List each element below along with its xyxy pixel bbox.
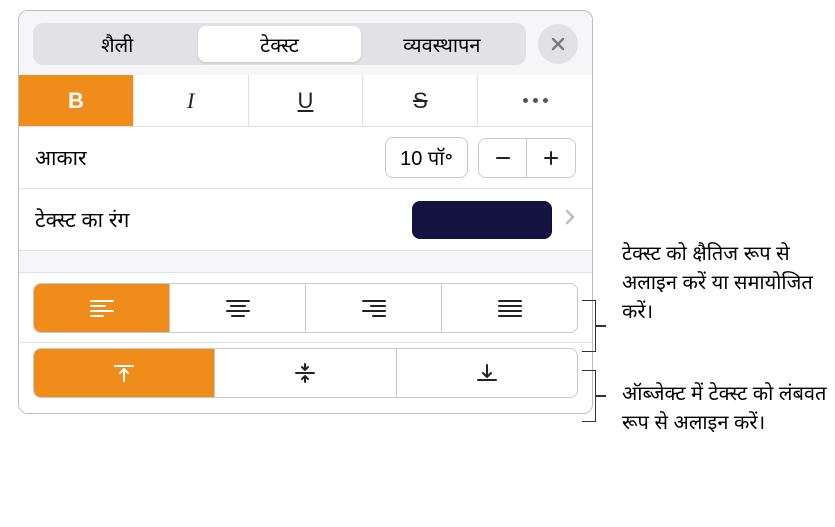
panel-body: B I U S आकार 10 पॉ॰	[19, 75, 592, 413]
font-style-row: B I U S	[19, 75, 592, 127]
font-size-row: आकार 10 पॉ॰	[19, 127, 592, 189]
callout-tick-1	[596, 325, 606, 327]
size-controls: 10 पॉ॰	[385, 137, 576, 178]
valign-middle-icon	[292, 362, 318, 384]
bold-button[interactable]: B	[19, 75, 134, 126]
underline-button[interactable]: U	[249, 75, 364, 126]
tab-arrange[interactable]: व्यवस्थापन	[361, 26, 523, 62]
vertical-align-row	[19, 343, 592, 413]
callout-bracket-1	[582, 300, 596, 352]
text-color-label: टेक्स्ट का रंग	[35, 206, 412, 234]
align-right-icon	[361, 297, 387, 319]
minus-icon	[494, 149, 512, 167]
horizontal-align-group	[33, 283, 578, 333]
align-center-button[interactable]	[170, 284, 306, 332]
size-label: आकार	[35, 144, 385, 172]
italic-button[interactable]: I	[134, 75, 249, 126]
tab-style[interactable]: शैली	[36, 26, 198, 62]
format-inspector-panel: शैली टेक्स्ट व्यवस्थापन B I U S आकार 10 …	[18, 10, 593, 414]
align-justify-icon	[497, 297, 523, 319]
valign-bottom-icon	[474, 362, 500, 384]
callout-tick-2	[596, 395, 606, 397]
valign-middle-button[interactable]	[215, 349, 396, 397]
size-increase-button[interactable]	[527, 139, 575, 177]
size-value-field[interactable]: 10 पॉ॰	[385, 137, 468, 178]
horizontal-align-row	[19, 273, 592, 343]
align-left-button[interactable]	[34, 284, 170, 332]
more-options-button[interactable]	[478, 75, 592, 126]
strikethrough-button[interactable]: S	[363, 75, 478, 126]
size-decrease-button[interactable]	[479, 139, 527, 177]
valign-top-icon	[111, 362, 137, 384]
callout-bracket-2	[582, 370, 596, 422]
valign-top-button[interactable]	[34, 349, 215, 397]
close-button[interactable]	[538, 24, 578, 64]
ellipsis-icon	[523, 98, 548, 103]
tab-segmented-control: शैली टेक्स्ट व्यवस्थापन	[33, 23, 526, 65]
align-right-button[interactable]	[306, 284, 442, 332]
valign-bottom-button[interactable]	[397, 349, 577, 397]
text-color-swatch[interactable]	[412, 201, 552, 239]
align-left-icon	[89, 297, 115, 319]
align-center-icon	[225, 297, 251, 319]
callout-horizontal-align: टेक्स्ट को क्षैतिज रूप से अलाइन करें या …	[622, 240, 832, 327]
callout-vertical-align: ऑब्जेक्ट में टेक्स्ट को लंबवत रूप से अला…	[622, 380, 835, 438]
callouts-region: टेक्स्ट को क्षैतिज रूप से अलाइन करें या …	[600, 0, 830, 527]
close-icon	[550, 36, 566, 52]
chevron-right-icon	[564, 208, 576, 232]
text-color-row[interactable]: टेक्स्ट का रंग	[19, 189, 592, 251]
panel-header: शैली टेक्स्ट व्यवस्थापन	[19, 11, 592, 75]
vertical-align-group	[33, 348, 578, 398]
size-stepper	[478, 138, 576, 178]
plus-icon	[542, 149, 560, 167]
align-justify-button[interactable]	[442, 284, 577, 332]
section-gap	[19, 251, 592, 273]
tab-text[interactable]: टेक्स्ट	[198, 26, 360, 62]
